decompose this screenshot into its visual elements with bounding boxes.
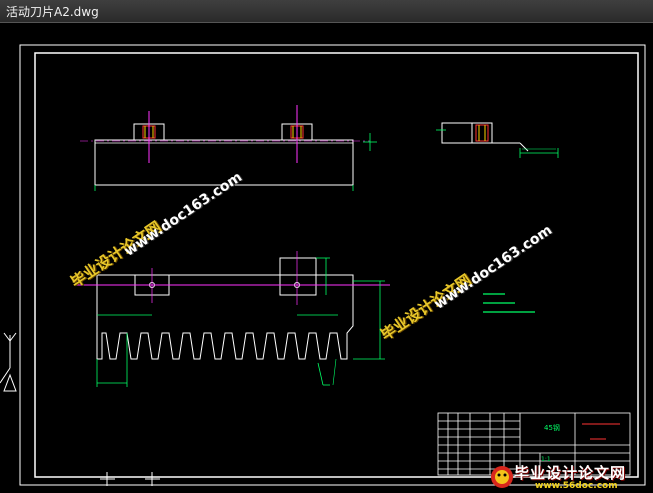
window-title: 活动刀片A2.dwg — [6, 5, 99, 19]
logo-url: www.56doc.com — [535, 481, 618, 491]
side-view — [436, 122, 559, 158]
ucs-icon — [0, 332, 17, 392]
window-titlebar: 活动刀片A2.dwg — [0, 0, 653, 23]
cad-drawing-canvas[interactable]: 45钢 1:1 毕业设计论文网 www.doc163.com 毕业设计论文网 w… — [0, 23, 653, 493]
site-logo: 毕业设计论文网 www.56doc.com — [487, 462, 653, 493]
front-view — [75, 251, 390, 387]
logo-mascot-icon — [491, 466, 513, 488]
technical-notes — [483, 293, 535, 313]
title-block-material: 45钢 — [544, 424, 560, 432]
crosshair-marks — [100, 472, 160, 486]
logo-name: 毕业设计论文网 — [514, 464, 627, 482]
